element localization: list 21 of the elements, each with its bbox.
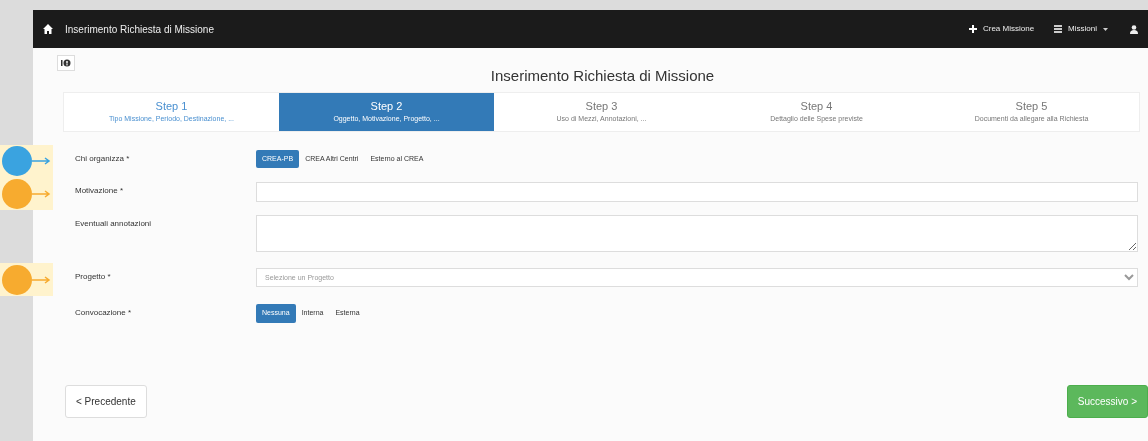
user-icon[interactable] (1130, 24, 1138, 34)
field-label: Convocazione * (75, 307, 133, 319)
nav-link[interactable]: Missioni (1054, 23, 1108, 35)
nav-link[interactable]: Crea Missione (968, 23, 1035, 35)
list-icon (1054, 25, 1063, 33)
home-icon[interactable] (43, 24, 53, 34)
app-title[interactable]: Inserimento Richiesta di Missione (65, 21, 214, 37)
input-field[interactable] (256, 182, 1138, 202)
help-icon (61, 59, 71, 67)
field-label: Chi organizza * (75, 152, 131, 165)
previous-button[interactable]: < Precedente (65, 384, 147, 418)
plus-icon (968, 25, 977, 33)
field-label: Eventuali annotazioni (75, 218, 153, 230)
field-label: Progetto * (75, 271, 112, 283)
arrow-icon (31, 189, 52, 198)
arrow-icon (31, 275, 52, 284)
caret-icon (1103, 27, 1108, 31)
help-button[interactable] (57, 55, 75, 71)
page-title: Inserimento Richiesta di Missione (490, 66, 715, 86)
field-label: Motivazione * (75, 185, 125, 197)
arrow-icon (31, 157, 52, 165)
